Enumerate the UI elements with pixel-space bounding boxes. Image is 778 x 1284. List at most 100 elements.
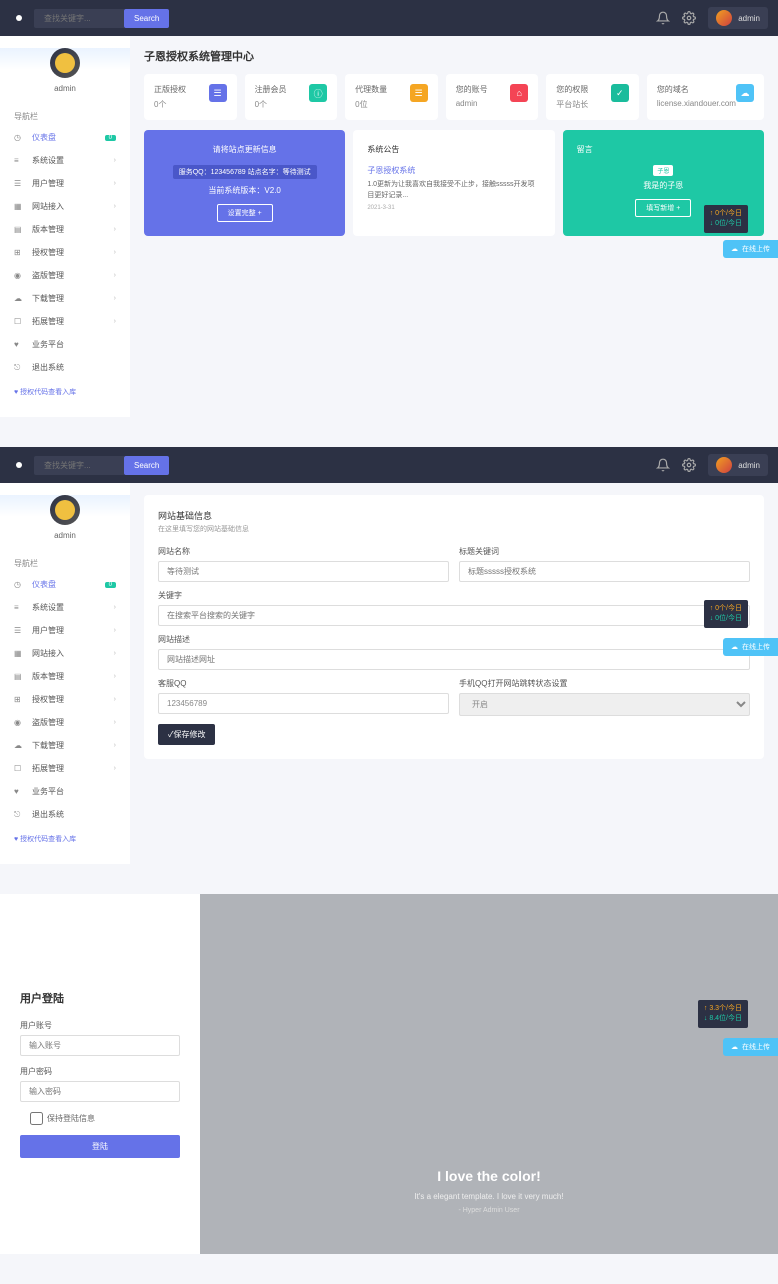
stat-up: ↑ 0个/今日 bbox=[710, 604, 742, 614]
login-form: 用户登陆 用户账号 用户密码 保持登陆信息 登陆 bbox=[0, 894, 200, 1254]
announcement-link[interactable]: 子恩授权系统 bbox=[367, 165, 540, 176]
live-chat-button[interactable]: ☁ 在线上传 bbox=[723, 240, 778, 258]
dashboard-screenshot: Search admin admin 导航栏 ◷仪表盘0≡系统设置›☰用户管理›… bbox=[0, 0, 778, 417]
chevron-right-icon: › bbox=[114, 719, 116, 726]
nav-label: 盗版管理 bbox=[32, 270, 64, 281]
nav-label: 拓展管理 bbox=[32, 316, 64, 327]
sidebar-item-6[interactable]: ◉盗版管理› bbox=[0, 711, 130, 734]
nav-icon: ☰ bbox=[14, 179, 26, 188]
remember-checkbox[interactable]: 保持登陆信息 bbox=[30, 1112, 180, 1125]
user-tag: 子恩 bbox=[653, 165, 673, 176]
announcement-panel: 系统公告 子恩授权系统 1.0更新为让我喜欢自我接受不止步，接触sssss开发项… bbox=[353, 130, 554, 236]
search-button[interactable]: Search bbox=[124, 456, 169, 475]
sidebar-item-2[interactable]: ☰用户管理› bbox=[0, 619, 130, 642]
sidebar-item-7[interactable]: ☁下载管理› bbox=[0, 734, 130, 757]
login-screenshot: 用户登陆 用户账号 用户密码 保持登陆信息 登陆 I love the colo… bbox=[0, 894, 778, 1254]
password-input[interactable] bbox=[20, 1081, 180, 1102]
sidebar-section-label: 导航栏 bbox=[0, 103, 130, 126]
sidebar-footer-link[interactable]: ♥ 授权代码查看入库 bbox=[0, 379, 130, 405]
sidebar-item-10[interactable]: ⎋退出系统 bbox=[0, 356, 130, 379]
panel-title: 请将站点更新信息 bbox=[158, 144, 331, 155]
qq-input[interactable] bbox=[158, 693, 449, 714]
search-button[interactable]: Search bbox=[124, 9, 169, 28]
nav-label: 下载管理 bbox=[32, 293, 64, 304]
chevron-right-icon: › bbox=[114, 295, 116, 302]
nav-label: 用户管理 bbox=[32, 625, 64, 636]
nav-icon: ▤ bbox=[14, 672, 26, 681]
sidebar-item-4[interactable]: ▤版本管理› bbox=[0, 665, 130, 688]
sidebar-item-1[interactable]: ≡系统设置› bbox=[0, 596, 130, 619]
keyword-input[interactable] bbox=[158, 605, 750, 626]
live-chat-button[interactable]: ☁ 在线上传 bbox=[723, 1038, 778, 1056]
sidebar-item-5[interactable]: ⊞授权管理› bbox=[0, 241, 130, 264]
title-keyword-input[interactable] bbox=[459, 561, 750, 582]
nav-icon: ◉ bbox=[14, 271, 26, 280]
sidebar-item-0[interactable]: ◷仪表盘0 bbox=[0, 573, 130, 596]
add-message-button[interactable]: 填写新增 + bbox=[635, 199, 691, 217]
user-menu[interactable]: admin bbox=[708, 454, 768, 476]
bell-icon[interactable] bbox=[656, 458, 670, 472]
nav-icon: ☐ bbox=[14, 764, 26, 773]
stat-icon: ⌂ bbox=[510, 84, 528, 102]
sidebar-item-2[interactable]: ☰用户管理› bbox=[0, 172, 130, 195]
site-name-input[interactable] bbox=[158, 561, 449, 582]
sidebar-profile: admin bbox=[0, 48, 130, 103]
settings-button[interactable]: 设置完整 + bbox=[217, 204, 273, 222]
sidebar-item-3[interactable]: ▦网站接入› bbox=[0, 195, 130, 218]
chevron-right-icon: › bbox=[114, 650, 116, 657]
login-button[interactable]: 登陆 bbox=[20, 1135, 180, 1158]
stat-value: license.xiandouer.com bbox=[657, 99, 736, 108]
nav-label: 仪表盘 bbox=[32, 132, 56, 143]
stat-value: 0个 bbox=[255, 99, 287, 110]
description-input[interactable] bbox=[158, 649, 750, 670]
stat-label: 您的域名 bbox=[657, 84, 736, 95]
nav-label: 下载管理 bbox=[32, 740, 64, 751]
stat-icon: ☰ bbox=[209, 84, 227, 102]
cloud-icon: ☁ bbox=[731, 643, 738, 651]
nav-icon: ☁ bbox=[14, 741, 26, 750]
sidebar-item-6[interactable]: ◉盗版管理› bbox=[0, 264, 130, 287]
save-button[interactable]: ✓保存修改 bbox=[158, 724, 215, 745]
bell-icon[interactable] bbox=[656, 11, 670, 25]
sidebar-item-9[interactable]: ♥业务平台 bbox=[0, 333, 130, 356]
sidebar-item-8[interactable]: ☐拓展管理› bbox=[0, 310, 130, 333]
stat-card-3: 您的账号admin⌂ bbox=[446, 74, 539, 120]
live-chat-button[interactable]: ☁ 在线上传 bbox=[723, 638, 778, 656]
sidebar-item-3[interactable]: ▦网站接入› bbox=[0, 642, 130, 665]
sidebar-item-4[interactable]: ▤版本管理› bbox=[0, 218, 130, 241]
gear-icon[interactable] bbox=[682, 458, 696, 472]
user-menu[interactable]: admin bbox=[708, 7, 768, 29]
sidebar-item-1[interactable]: ≡系统设置› bbox=[0, 149, 130, 172]
stat-card-5: 您的域名license.xiandouer.com☁ bbox=[647, 74, 764, 120]
window-dot bbox=[16, 15, 22, 21]
sidebar-item-5[interactable]: ⊞授权管理› bbox=[0, 688, 130, 711]
nav-icon: ☐ bbox=[14, 317, 26, 326]
search-input[interactable] bbox=[34, 9, 124, 28]
nav-icon: ◉ bbox=[14, 718, 26, 727]
avatar-icon bbox=[50, 495, 80, 525]
nav-label: 拓展管理 bbox=[32, 763, 64, 774]
stat-label: 注册会员 bbox=[255, 84, 287, 95]
sidebar-item-7[interactable]: ☁下载管理› bbox=[0, 287, 130, 310]
nav-icon: ⎋ bbox=[14, 810, 26, 820]
sidebar-item-0[interactable]: ◷仪表盘0 bbox=[0, 126, 130, 149]
chevron-right-icon: › bbox=[114, 157, 116, 164]
nav-icon: ▦ bbox=[14, 649, 26, 658]
window-dot bbox=[16, 462, 22, 468]
version-text: 当前系统版本：V2.0 bbox=[158, 185, 331, 196]
sidebar-item-10[interactable]: ⎋退出系统 bbox=[0, 803, 130, 826]
chevron-right-icon: › bbox=[114, 180, 116, 187]
gear-icon[interactable] bbox=[682, 11, 696, 25]
chevron-right-icon: › bbox=[114, 604, 116, 611]
username-input[interactable] bbox=[20, 1035, 180, 1056]
stat-card-0: 正版授权0个☰ bbox=[144, 74, 237, 120]
sidebar-footer-link[interactable]: ♥ 授权代码查看入库 bbox=[0, 826, 130, 852]
sidebar-item-8[interactable]: ☐拓展管理› bbox=[0, 757, 130, 780]
mobile-qq-select[interactable]: 开启 bbox=[459, 693, 750, 716]
remember-checkbox-input[interactable] bbox=[30, 1112, 43, 1125]
stat-value: 平台站长 bbox=[556, 99, 588, 110]
search-input[interactable] bbox=[34, 456, 124, 475]
description-label: 网站描述 bbox=[158, 634, 750, 645]
sidebar-item-9[interactable]: ♥业务平台 bbox=[0, 780, 130, 803]
nav-label: 仪表盘 bbox=[32, 579, 56, 590]
